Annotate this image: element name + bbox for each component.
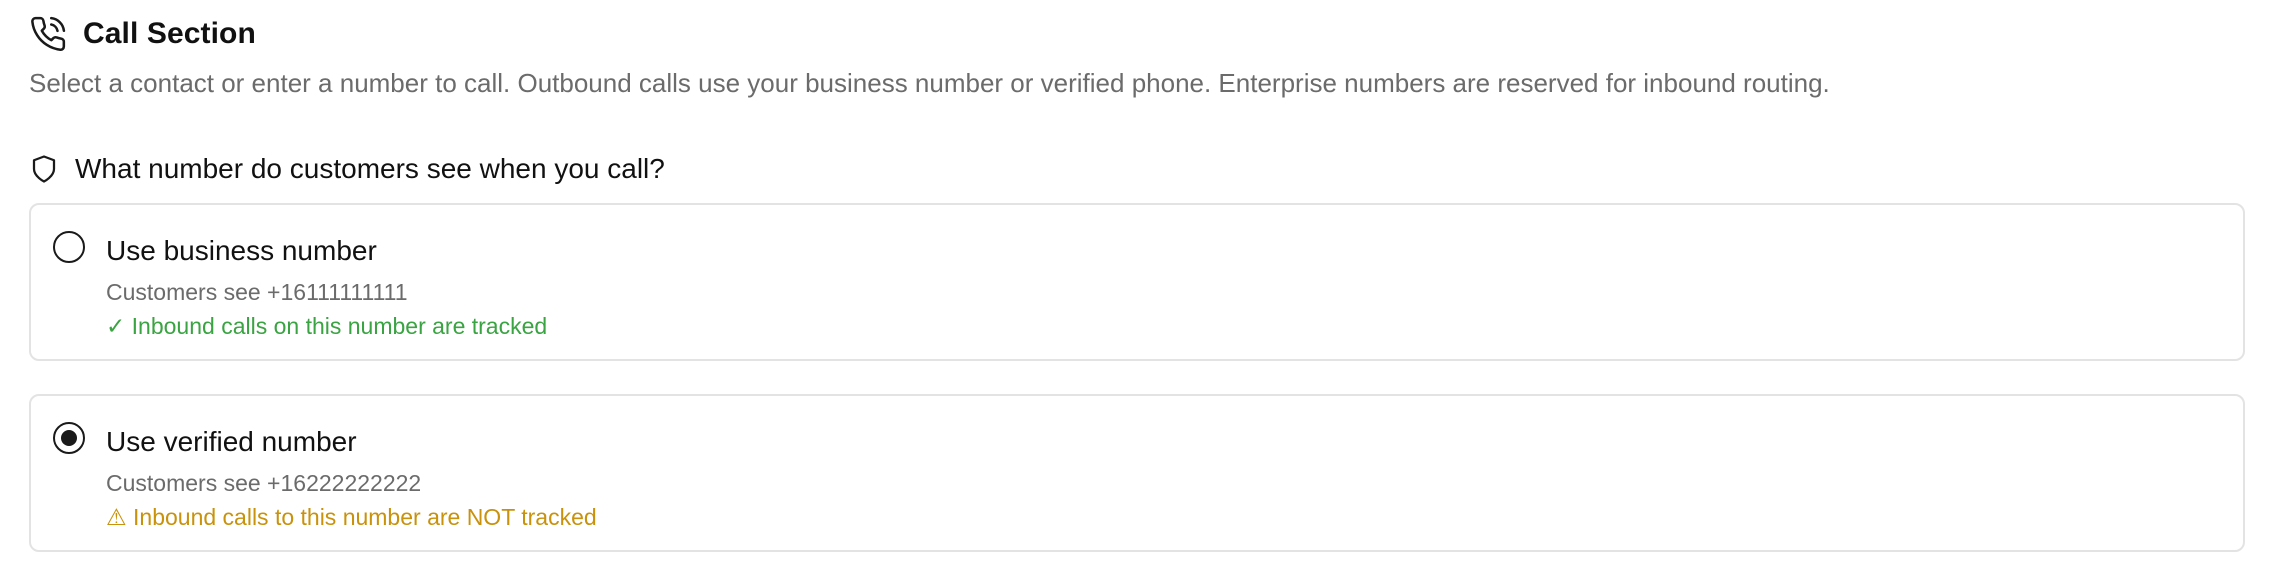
option-subtitle: Customers see +16111111111 bbox=[106, 279, 408, 305]
section-header: Call Section bbox=[29, 14, 256, 54]
option-title: Use business number bbox=[106, 235, 377, 266]
page-title: Call Section bbox=[83, 17, 256, 50]
tracking-status: ✓ Inbound calls on this number are track… bbox=[106, 313, 548, 339]
tracking-status: ⚠ Inbound calls to this number are NOT t… bbox=[106, 504, 597, 530]
option-business-number[interactable]: Use business number Customers see +16111… bbox=[29, 203, 2245, 361]
radio-selected-dot bbox=[61, 430, 77, 446]
phone-call-icon bbox=[31, 16, 66, 51]
radio-verified-number[interactable] bbox=[53, 422, 85, 454]
section-description: Select a contact or enter a number to ca… bbox=[29, 68, 1830, 98]
option-verified-number[interactable]: Use verified number Customers see +16222… bbox=[29, 394, 2245, 552]
call-section: Call Section Select a contact or enter a… bbox=[0, 0, 2272, 584]
option-title: Use verified number bbox=[106, 426, 357, 457]
radio-business-number[interactable] bbox=[53, 231, 85, 263]
option-subtitle: Customers see +16222222222 bbox=[106, 470, 422, 496]
shield-icon bbox=[32, 155, 56, 183]
question-label: What number do customers see when you ca… bbox=[75, 153, 665, 184]
caller-id-question: What number do customers see when you ca… bbox=[29, 150, 665, 188]
